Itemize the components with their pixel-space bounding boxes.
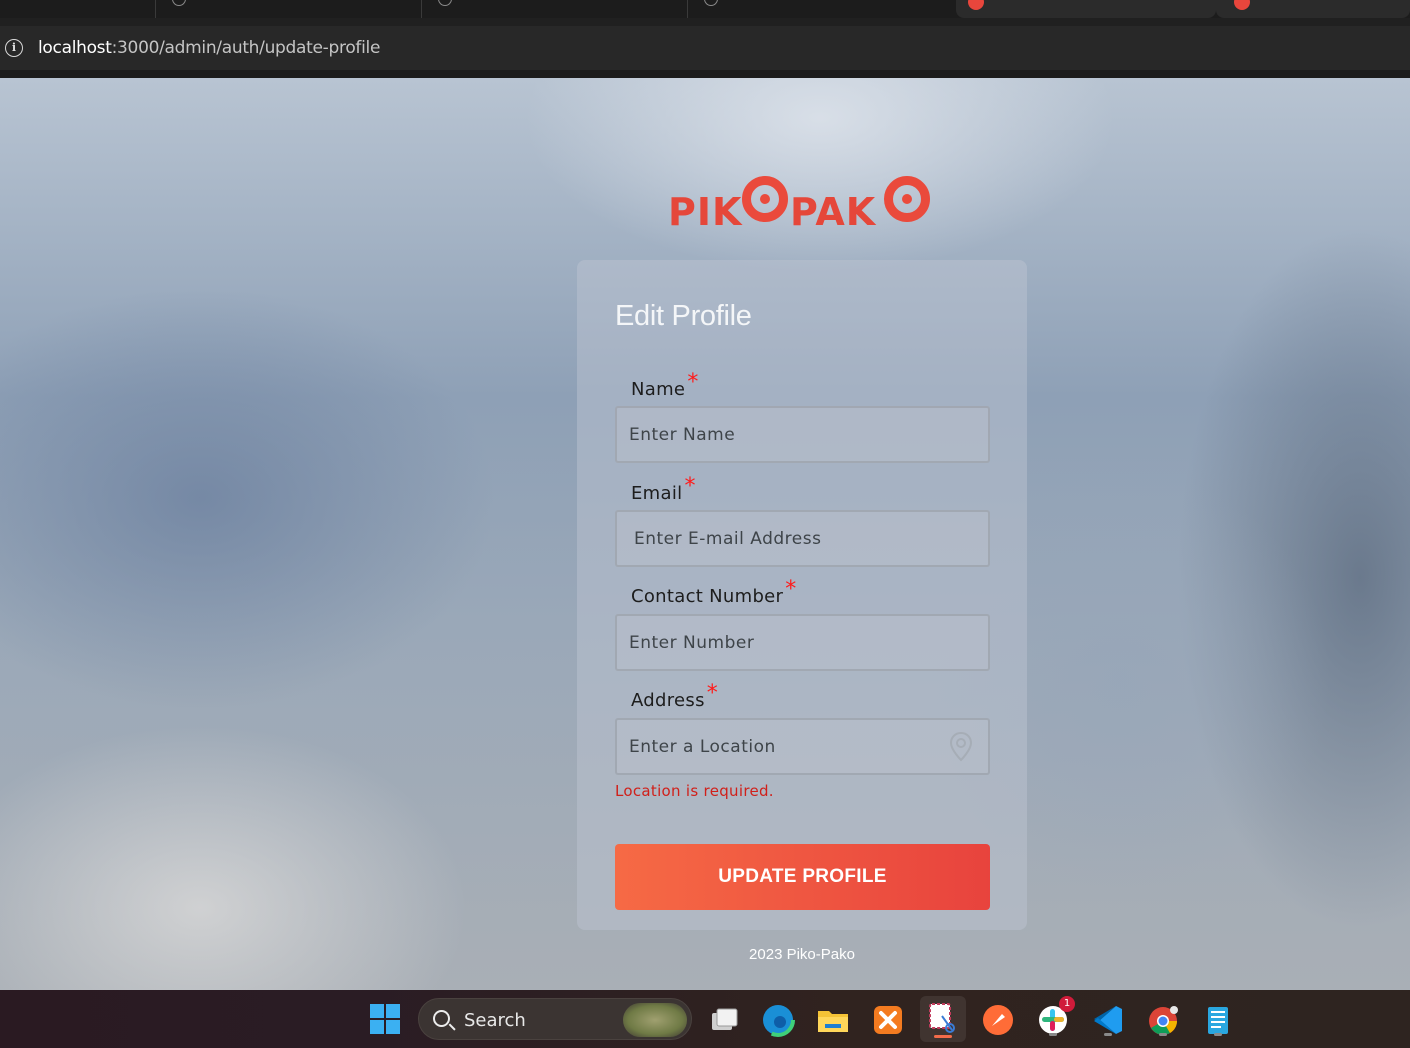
email-label-text: Email	[631, 483, 683, 504]
email-field	[615, 510, 990, 567]
search-icon	[433, 1010, 450, 1027]
logo-ring-icon	[742, 176, 788, 222]
url-path: :3000/admin/auth/update-profile	[111, 38, 381, 58]
toolbar-divider	[0, 70, 1410, 78]
name-input[interactable]	[617, 408, 988, 461]
windows-taskbar: Search 1	[0, 990, 1410, 1048]
required-asterisk: *	[706, 681, 719, 706]
site-info-icon[interactable]: i	[5, 39, 23, 57]
vscode-icon[interactable]	[1088, 1000, 1128, 1040]
slack-icon[interactable]: 1	[1033, 996, 1075, 1040]
address-label-text: Address	[631, 690, 705, 711]
address-input[interactable]	[617, 720, 988, 773]
running-app-indicator	[1214, 1033, 1222, 1036]
update-profile-button[interactable]: UPDATE PROFILE	[615, 844, 990, 910]
address-label: Address*	[631, 681, 718, 712]
browser-tab[interactable]	[0, 0, 156, 18]
browser-tab[interactable]	[156, 0, 422, 18]
map-pin-icon	[949, 731, 973, 762]
site-favicon-icon	[968, 0, 984, 10]
footer: 2023 Piko-Pako	[0, 946, 1410, 963]
running-app-indicator	[1159, 1033, 1167, 1036]
globe-icon	[172, 0, 186, 6]
required-asterisk: *	[684, 474, 696, 499]
address-field	[615, 718, 990, 775]
logo-text-pako: PAK	[790, 190, 877, 234]
contact-number-label: Contact Number*	[631, 577, 797, 608]
address-bar[interactable]: i localhost:3000/admin/auth/update-profi…	[0, 26, 1410, 70]
globe-icon	[704, 0, 718, 6]
file-explorer-icon[interactable]	[813, 1000, 853, 1040]
name-label-text: Name	[631, 379, 686, 400]
chrome-icon[interactable]	[1143, 1000, 1183, 1040]
name-field	[615, 406, 990, 463]
url-host: localhost	[38, 38, 112, 58]
search-highlight-image	[623, 1003, 687, 1037]
contact-label-text: Contact Number	[631, 586, 784, 607]
url-text[interactable]: localhost:3000/admin/auth/update-profile	[38, 38, 380, 58]
email-label: Email*	[631, 474, 696, 505]
running-app-indicator	[1104, 1033, 1112, 1036]
task-view-icon[interactable]	[704, 1000, 744, 1040]
edge-icon[interactable]	[758, 1000, 798, 1040]
search-label: Search	[464, 1010, 526, 1031]
contact-number-input[interactable]	[617, 616, 988, 669]
windows-start-icon[interactable]	[370, 1004, 402, 1036]
name-label: Name*	[631, 370, 699, 401]
browser-tab-strip	[0, 0, 1410, 18]
site-favicon-icon	[1234, 0, 1250, 10]
piko-pako-logo: PIK PAK	[668, 174, 936, 234]
footer-copyright: 2023 Piko-Pako	[749, 946, 855, 963]
browser-tab[interactable]	[1216, 0, 1410, 18]
xampp-icon[interactable]	[868, 1000, 908, 1040]
browser-tab-active[interactable]	[956, 0, 1216, 18]
required-asterisk: *	[687, 370, 699, 395]
logo-ring-icon	[884, 176, 930, 222]
postman-icon[interactable]	[978, 1000, 1018, 1040]
notification-badge: 1	[1059, 996, 1075, 1012]
browser-tab[interactable]	[688, 0, 956, 18]
notepad-icon[interactable]	[1198, 1000, 1238, 1040]
logo-text-piko: PIK	[668, 190, 743, 234]
globe-icon	[438, 0, 452, 6]
edit-profile-card: Edit Profile Name* Email* Contact Number…	[577, 260, 1027, 930]
contact-number-field	[615, 614, 990, 671]
snipping-tool-icon[interactable]	[920, 996, 966, 1042]
card-title: Edit Profile	[615, 300, 752, 332]
email-input[interactable]	[617, 512, 988, 565]
address-error-message: Location is required.	[615, 782, 774, 800]
taskbar-search[interactable]: Search	[418, 998, 692, 1040]
browser-tab[interactable]	[422, 0, 688, 18]
active-app-indicator	[934, 1035, 952, 1038]
running-app-indicator	[1049, 1033, 1057, 1036]
page-background: PIK PAK Edit Profile Name* Email* Contac…	[0, 78, 1410, 990]
required-asterisk: *	[785, 577, 797, 602]
